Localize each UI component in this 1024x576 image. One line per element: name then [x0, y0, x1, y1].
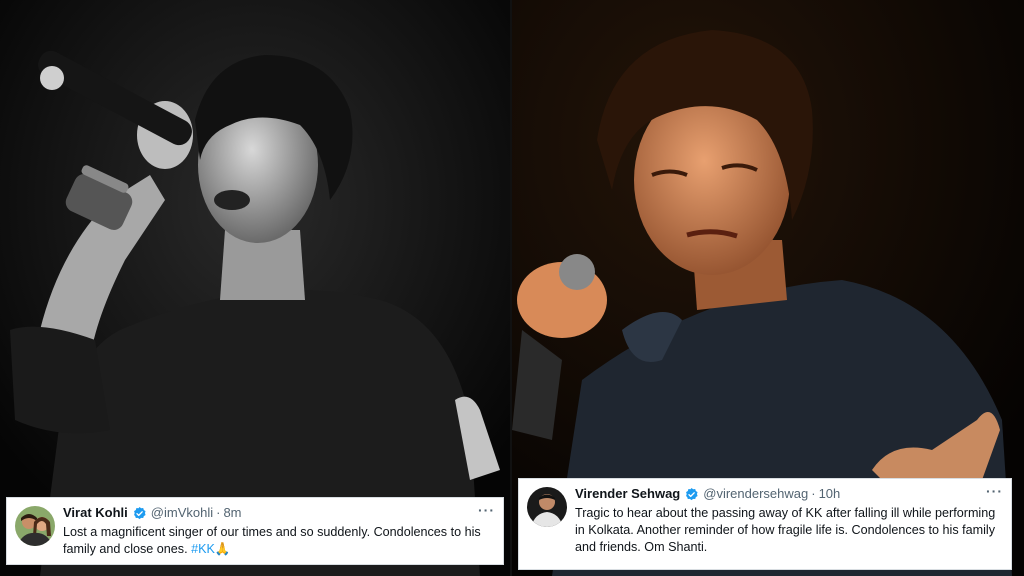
- verified-badge-icon: [684, 487, 699, 502]
- tweet-text: Tragic to hear about the passing away of…: [575, 506, 996, 554]
- hashtag-link[interactable]: #KK: [191, 542, 215, 556]
- left-singer-photo: [0, 0, 510, 576]
- tweet-text-content: Lost a magnificent singer of our times a…: [63, 525, 481, 556]
- tweet-author-handle[interactable]: @imVkohli: [151, 505, 213, 521]
- avatar[interactable]: [15, 506, 55, 546]
- tweet-separator: ·: [216, 505, 221, 520]
- tweet-card-virender-sehwag[interactable]: Virender Sehwag @virendersehwag · 10h ··…: [518, 478, 1012, 570]
- tweet-card-virat-kohli[interactable]: Virat Kohli @imVkohli · 8m ··· Lost a ma…: [6, 497, 504, 565]
- tweet-text: Lost a magnificent singer of our times a…: [63, 524, 493, 558]
- tweet-separator: ·: [811, 486, 816, 501]
- more-icon[interactable]: ···: [478, 502, 495, 518]
- folded-hands-emoji: 🙏: [214, 542, 231, 556]
- tweet-timestamp[interactable]: 10h: [819, 486, 841, 502]
- tweet-author-name[interactable]: Virat Kohli: [63, 505, 128, 521]
- more-icon[interactable]: ···: [986, 483, 1003, 499]
- verified-badge-icon: [132, 506, 147, 521]
- tweet-author-handle[interactable]: @virendersehwag: [703, 486, 808, 502]
- tweet-author-name[interactable]: Virender Sehwag: [575, 486, 680, 502]
- tweet-timestamp[interactable]: 8m: [223, 505, 241, 521]
- avatar[interactable]: [527, 487, 567, 527]
